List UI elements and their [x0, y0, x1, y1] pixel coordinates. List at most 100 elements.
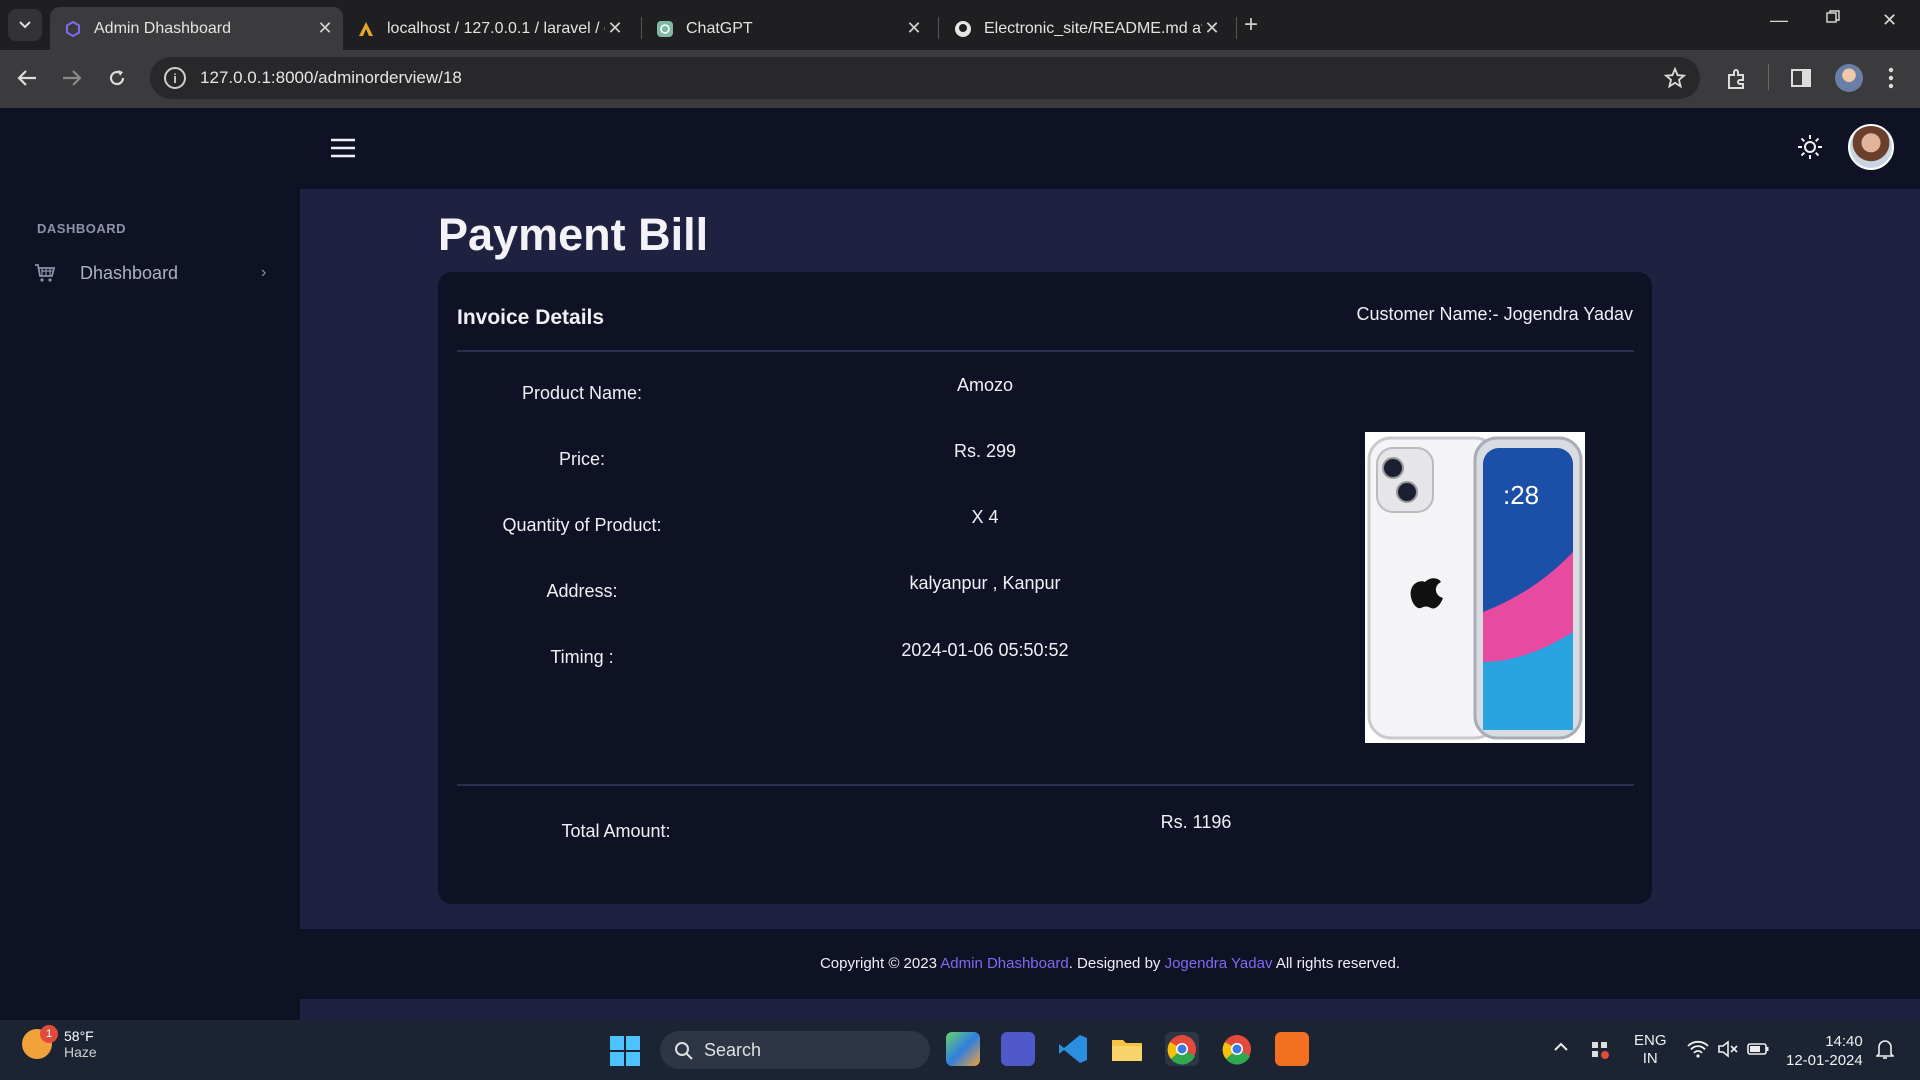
sidebar-item-label: Dhashboard — [80, 263, 179, 283]
field-value: Amozo — [956, 375, 1014, 395]
windows-start-icon[interactable] — [610, 1036, 640, 1066]
field-label: Price: — [558, 449, 605, 469]
lang-line-2: IN — [1642, 1050, 1658, 1067]
url-text[interactable]: 127.0.0.1:8000/adminorderview/18 — [200, 68, 462, 88]
language-indicator[interactable]: ENG IN — [1634, 1032, 1667, 1068]
main-content: Payment Bill Invoice Details Customer Na… — [300, 189, 1920, 929]
field-value: X 4 — [971, 507, 999, 527]
forward-icon[interactable] — [61, 68, 83, 88]
field-label: Timing : — [550, 647, 614, 667]
page-title: Payment Bill — [438, 209, 709, 260]
invoice-card: Invoice Details Customer Name:- Jogendra… — [438, 272, 1652, 904]
tab-title: ChatGPT — [686, 19, 753, 37]
vscode-app-icon[interactable] — [1056, 1032, 1090, 1066]
lang-line-1: ENG — [1634, 1032, 1667, 1049]
tab-search-button[interactable] — [8, 9, 42, 41]
tab-phpmyadmin[interactable]: localhost / 127.0.0.1 / laravel / c ✕ — [343, 7, 633, 50]
search-label: Search — [704, 1039, 762, 1060]
sidebar-heading: DASHBOARD — [37, 221, 126, 236]
site-info-icon[interactable]: i — [164, 67, 186, 89]
phpmyadmin-favicon-icon — [357, 20, 375, 38]
browser-tab-bar: Admin Dhashboard ✕ localhost / 127.0.0.1… — [0, 0, 1920, 50]
sidebar: DASHBOARD Dhashboard › — [0, 189, 300, 1020]
chevron-down-icon — [19, 21, 31, 29]
minimize-icon[interactable]: — — [1770, 10, 1788, 31]
browser-menu-icon[interactable] — [1888, 67, 1894, 89]
customer-name: Customer Name:- Jogendra Yadav — [1356, 304, 1633, 324]
github-favicon-icon — [954, 20, 972, 38]
battery-icon[interactable] — [1747, 1041, 1769, 1057]
side-panel-icon[interactable] — [1790, 67, 1812, 89]
chrome-app-icon-active[interactable] — [1165, 1032, 1199, 1066]
hamburger-menu-icon[interactable] — [330, 138, 356, 158]
toolbar-separator — [1768, 64, 1769, 90]
tab-title: Electronic_site/README.md at r — [984, 19, 1202, 37]
bookmark-star-icon[interactable] — [1664, 67, 1686, 89]
field-label: Product Name: — [521, 383, 643, 403]
tab-title: Admin Dhashboard — [94, 19, 231, 37]
teams-app-icon[interactable] — [1001, 1032, 1035, 1066]
invoice-title: Invoice Details — [457, 306, 605, 329]
windows-taskbar: 1 58°F Haze Search ENG IN 14:40 12-01-20… — [0, 1020, 1920, 1080]
taskbar-search[interactable]: Search — [660, 1031, 930, 1069]
xampp-app-icon[interactable] — [1275, 1032, 1309, 1066]
extensions-icon[interactable] — [1725, 67, 1749, 91]
top-navbar — [0, 108, 1920, 189]
system-clock[interactable]: 14:40 12-01-2024 — [1786, 1032, 1863, 1070]
address-bar[interactable]: i 127.0.0.1:8000/adminorderview/18 — [150, 57, 1700, 99]
theme-toggle-sun-icon[interactable] — [1797, 134, 1823, 160]
tray-chevron-up-icon[interactable] — [1553, 1042, 1569, 1052]
cart-icon — [34, 263, 56, 283]
wifi-icon[interactable] — [1687, 1040, 1709, 1058]
field-value: 2024-01-06 05:50:52 — [901, 640, 1069, 660]
svg-text::28: :28 — [1503, 480, 1539, 510]
footer-designed-by: . Designed by — [1068, 955, 1161, 972]
tab-close-icon[interactable]: ✕ — [904, 18, 924, 39]
footer-brand-link[interactable]: Admin Dhashboard — [940, 955, 1068, 972]
copilot-app-icon[interactable] — [946, 1032, 980, 1066]
close-window-icon[interactable]: ✕ — [1882, 10, 1897, 31]
tab-close-icon[interactable]: ✕ — [605, 18, 625, 39]
sidebar-item-dashboard[interactable]: Dhashboard › — [0, 249, 300, 297]
footer-rights: All rights reserved. — [1275, 955, 1401, 972]
total-label: Total Amount: — [561, 821, 671, 841]
product-image: :28 — [1365, 432, 1585, 743]
divider — [457, 350, 1634, 352]
field-label: Address: — [546, 581, 618, 601]
chevron-right-icon: › — [261, 264, 267, 281]
reload-icon[interactable] — [107, 68, 127, 88]
footer-copyright: Copyright © 2023 — [819, 955, 937, 972]
browser-toolbar: i 127.0.0.1:8000/adminorderview/18 — [0, 50, 1920, 108]
tab-admin-dashboard[interactable]: Admin Dhashboard ✕ — [50, 7, 343, 50]
restore-icon[interactable] — [1826, 10, 1840, 24]
weather-badge: 1 — [40, 1025, 58, 1043]
tray-network-app-icon[interactable] — [1590, 1040, 1610, 1060]
total-value: Rs. 1196 — [1160, 812, 1232, 832]
user-avatar[interactable] — [1848, 124, 1894, 170]
page-bottom — [300, 999, 1920, 1020]
field-value: kalyanpur , Kanpur — [909, 573, 1061, 593]
tab-close-icon[interactable]: ✕ — [1202, 18, 1222, 39]
notification-bell-icon[interactable] — [1876, 1038, 1894, 1060]
chrome-app-icon[interactable] — [1220, 1032, 1254, 1066]
search-icon — [675, 1042, 693, 1060]
weather-temp: 58°F — [64, 1028, 94, 1044]
tab-github[interactable]: Electronic_site/README.md at r ✕ — [940, 7, 1230, 50]
clock-time: 14:40 — [1825, 1033, 1863, 1050]
weather-widget[interactable]: 1 58°F Haze — [22, 1025, 97, 1060]
chatgpt-favicon-icon — [656, 20, 674, 38]
file-explorer-app-icon[interactable] — [1110, 1032, 1144, 1066]
tab-chatgpt[interactable]: ChatGPT ✕ — [642, 7, 932, 50]
new-tab-icon[interactable]: + — [1244, 11, 1258, 39]
divider — [457, 784, 1634, 786]
tab-separator — [1236, 17, 1237, 39]
footer: Copyright © 2023 Admin Dhashboard. Desig… — [300, 929, 1920, 999]
tab-title: localhost / 127.0.0.1 / laravel / c — [387, 19, 605, 37]
profile-avatar[interactable] — [1835, 64, 1863, 92]
volume-muted-icon[interactable] — [1717, 1040, 1739, 1058]
footer-author-link[interactable]: Jogendra Yadav — [1165, 955, 1273, 972]
tab-separator — [938, 17, 939, 39]
tab-close-icon[interactable]: ✕ — [315, 18, 335, 39]
field-value: Rs. 299 — [953, 441, 1017, 461]
back-icon[interactable] — [16, 68, 38, 88]
